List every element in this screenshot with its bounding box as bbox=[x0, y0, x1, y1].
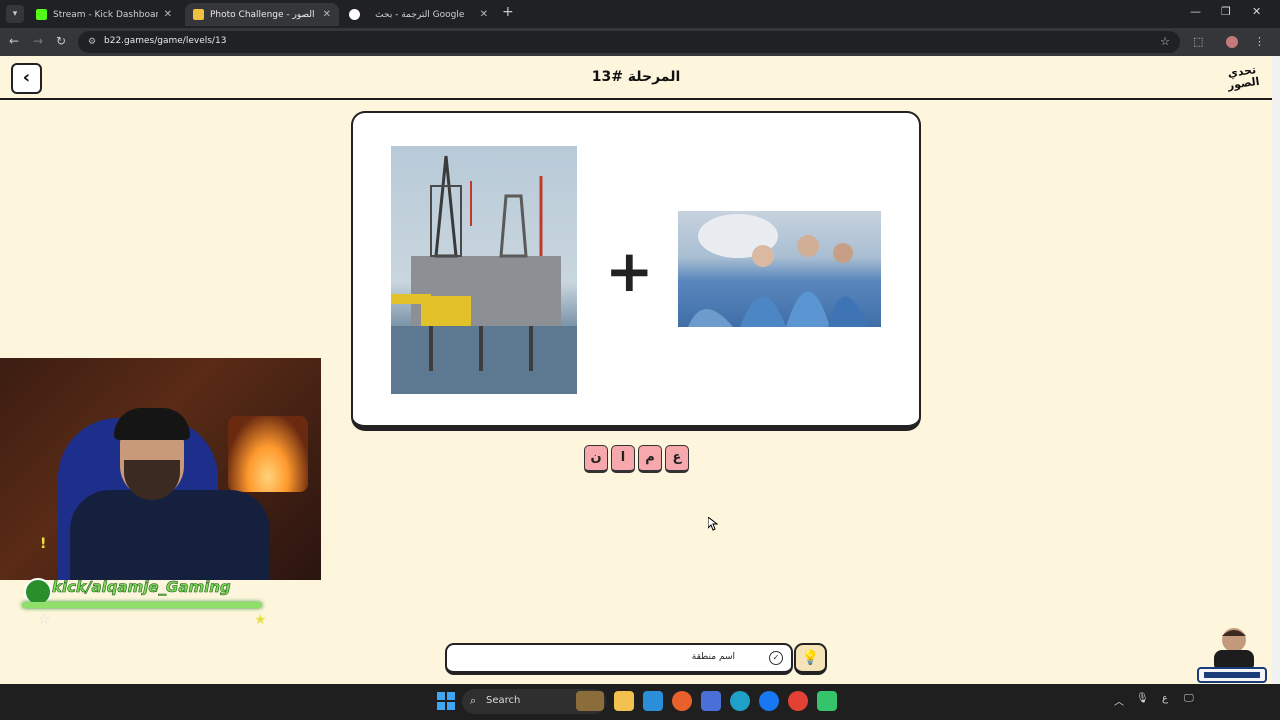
tab-google-translate[interactable]: الترجمة - بحث Google ✕ bbox=[341, 3, 496, 26]
answer-tiles: ن ا م ع bbox=[584, 445, 689, 473]
new-tab-icon[interactable]: + bbox=[502, 4, 514, 20]
profile-avatar-icon[interactable] bbox=[1226, 36, 1238, 48]
address-bar[interactable]: ⚙ b22.games/game/levels/13 ☆ bbox=[78, 31, 1180, 53]
close-window-icon[interactable]: ✕ bbox=[1252, 5, 1261, 18]
game-logo: تحدي الصور bbox=[1226, 63, 1261, 93]
browser-toolbar: ← → ↻ ⚙ b22.games/game/levels/13 ☆ ⬚ ⋮ bbox=[0, 28, 1280, 56]
hint-text: اسم منطقة bbox=[691, 652, 735, 662]
channel-name: kick/alqamje_Gaming bbox=[52, 578, 231, 597]
tab-kick-dashboard[interactable]: Stream - Kick Dashboard ✕ bbox=[28, 3, 180, 26]
hint-bar[interactable]: اسم منطقة ✓ bbox=[445, 643, 793, 675]
streamer-body-image bbox=[70, 490, 270, 580]
facebook-icon[interactable] bbox=[759, 691, 779, 711]
close-tab-icon[interactable]: ✕ bbox=[164, 9, 172, 20]
close-tab-icon[interactable]: ✕ bbox=[480, 9, 488, 20]
kick-favicon-icon bbox=[36, 9, 47, 20]
url-text: b22.games/game/levels/13 bbox=[104, 36, 227, 46]
letter-tile[interactable]: ع bbox=[665, 445, 689, 473]
webcam-overlay bbox=[0, 358, 321, 580]
back-arrow-icon[interactable]: ← bbox=[9, 34, 19, 48]
search-icon: ⌕ bbox=[470, 694, 477, 707]
star-outline-icon: ☆ bbox=[38, 612, 51, 628]
oil-rig-image bbox=[391, 146, 577, 394]
star-icon: ★ bbox=[254, 612, 267, 628]
mouse-cursor-icon bbox=[708, 517, 718, 531]
level-title: المرحلة #13 bbox=[591, 69, 681, 85]
extensions-icon[interactable]: ⬚ bbox=[1193, 35, 1203, 48]
check-circle-icon: ✓ bbox=[769, 651, 783, 665]
tab-photo-challenge[interactable]: Photo Challenge - تحدي الصور ✕ bbox=[185, 3, 339, 26]
search-label: Search bbox=[486, 695, 521, 706]
tab-title: Stream - Kick Dashboard bbox=[53, 9, 158, 20]
edge-icon[interactable] bbox=[730, 691, 750, 711]
puzzle-card: + bbox=[351, 111, 921, 431]
firefox-icon[interactable] bbox=[672, 691, 692, 711]
taskbar-widget-icon[interactable] bbox=[576, 691, 604, 711]
mail-icon[interactable] bbox=[701, 691, 721, 711]
neon-underline bbox=[22, 602, 262, 608]
hint-button[interactable]: 💡 bbox=[794, 643, 827, 675]
chrome-icon[interactable] bbox=[788, 691, 808, 711]
bookmark-star-icon[interactable]: ☆ bbox=[1160, 35, 1170, 48]
alqamji-gaming-logo bbox=[1196, 624, 1268, 684]
close-tab-icon[interactable]: ✕ bbox=[323, 9, 331, 20]
file-explorer-icon[interactable] bbox=[614, 691, 634, 711]
app-store-icon[interactable] bbox=[817, 691, 837, 711]
reload-icon[interactable]: ↻ bbox=[56, 34, 66, 48]
plus-icon: + bbox=[605, 237, 654, 305]
maximize-icon[interactable]: ❐ bbox=[1221, 5, 1231, 18]
tab-search-icon[interactable]: ▾ bbox=[6, 5, 24, 23]
letter-tile[interactable]: ا bbox=[611, 445, 635, 473]
lightbulb-icon: 💡 bbox=[801, 650, 820, 666]
site-info-icon[interactable]: ⚙ bbox=[88, 37, 96, 47]
tab-title: الترجمة - بحث Google bbox=[375, 9, 465, 20]
network-icon[interactable]: 🖵 bbox=[1184, 693, 1194, 704]
streamer-cap-image bbox=[114, 408, 190, 440]
page-scrollbar[interactable] bbox=[1272, 56, 1280, 684]
game-header: ‹ المرحلة #13 تحدي الصور bbox=[0, 56, 1272, 100]
more-menu-icon[interactable]: ⋮ bbox=[1254, 35, 1265, 48]
google-favicon-icon bbox=[349, 9, 360, 20]
input-language[interactable]: ع bbox=[1162, 693, 1168, 704]
browser-tab-bar: ▾ Stream - Kick Dashboard ✕ Photo Challe… bbox=[0, 0, 1280, 28]
windows-start-icon[interactable] bbox=[437, 692, 455, 710]
forward-arrow-icon[interactable]: → bbox=[33, 34, 43, 48]
letter-tile[interactable]: ن bbox=[584, 445, 608, 473]
surgeons-image bbox=[678, 211, 881, 327]
tab-title: Photo Challenge - تحدي الصور bbox=[210, 9, 317, 20]
tray-chevron-icon[interactable]: ︿ bbox=[1114, 693, 1124, 708]
minimize-icon[interactable]: — bbox=[1190, 5, 1201, 18]
exclamation-icon: ! bbox=[40, 536, 47, 552]
channel-banner: kick/alqamje_Gaming ☆ ★ ! bbox=[22, 536, 272, 636]
app-icon[interactable] bbox=[643, 691, 663, 711]
game-favicon-icon bbox=[193, 9, 204, 20]
windows-taskbar: ⌕ Search ︿ 🎙 ع 🖵 bbox=[0, 684, 1280, 720]
microphone-icon[interactable]: 🎙 bbox=[1136, 693, 1149, 704]
letter-tile[interactable]: م bbox=[638, 445, 662, 473]
fireplace-image bbox=[228, 416, 308, 492]
